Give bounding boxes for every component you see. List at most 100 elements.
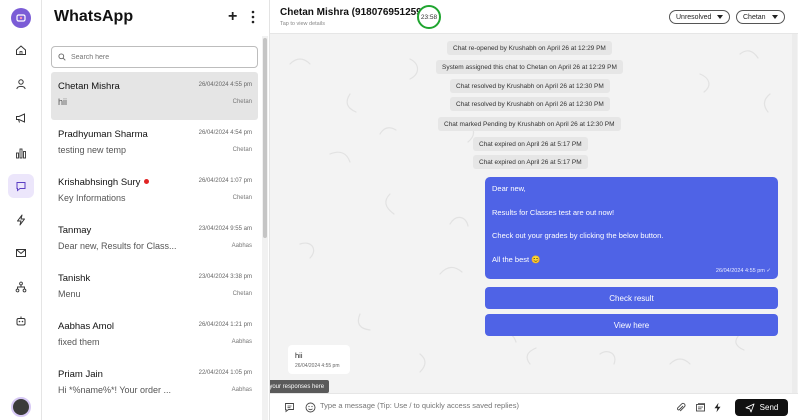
more-options-icon[interactable] [248,9,258,25]
chat-list-item[interactable]: Krishabhsingh Sury 26/04/2024 1:07 pm Ke… [51,168,258,216]
home-icon [8,38,34,62]
conversation-pane: Chetan Mishra (918076951259) Tap to view… [270,0,798,420]
chat-agent: Aabhas [231,243,252,249]
new-chat-plus-icon[interactable]: + [228,8,237,26]
message-line: Check out your grades by clicking the be… [492,231,664,240]
message-line: All the best 😊 [492,255,541,264]
chat-preview: Dear new, Results for Class... [58,241,177,251]
app-logo-icon[interactable] [11,8,31,28]
nav-analytics[interactable] [0,141,42,165]
chat-contact-name: Chetan Mishra [58,81,120,92]
mail-icon [8,241,34,265]
send-button[interactable]: Send [735,399,788,416]
nav-bot[interactable] [0,309,42,333]
chat-contact-name: Priam Jain [58,369,103,380]
nav-home[interactable] [0,38,42,62]
outgoing-template-message: Dear new, Results for Classes test are o… [485,177,778,279]
system-message: Chat expired on April 26 at 5:17 PM [473,137,588,151]
chat-preview: testing new temp [58,145,127,155]
user-icon [8,72,34,96]
chat-preview: Menu [58,289,81,299]
scrollbar-thumb[interactable] [263,38,267,238]
chevron-down-icon [771,15,778,19]
chat-preview: hii [58,97,68,107]
chat-time: 23/04/2024 3:38 pm [198,274,252,280]
unread-dot-icon [144,179,150,184]
agent-dropdown[interactable]: Chetan [736,10,785,24]
message-line: Dear new, [492,184,526,193]
chat-time: 26/04/2024 4:55 pm [198,82,252,88]
nav-flows[interactable] [0,275,42,299]
left-nav-rail [0,0,42,420]
chat-list-item[interactable]: Tanishk 23/04/2024 3:38 pm Menu Chetan [51,264,258,312]
chat-time: 26/04/2024 1:21 pm [198,322,252,328]
saved-replies-icon[interactable] [283,401,295,413]
chat-contact-name: Tanishk [58,273,91,284]
view-here-button[interactable]: View here [485,314,778,336]
incoming-message-text: hii [295,351,303,360]
contact-name[interactable]: Chetan Mishra (918076951259) [280,7,425,18]
quick-action-lightning-icon[interactable] [711,401,723,413]
chat-time: 22/04/2024 1:05 pm [198,370,252,376]
conversation-header: Chetan Mishra (918076951259) Tap to view… [270,0,798,34]
check-result-button[interactable]: Check result [485,287,778,309]
chat-agent: Aabhas [231,387,252,393]
session-timer: 23:58 [417,5,441,29]
message-line: Results for Classes test are out now! [492,208,615,217]
chat-preview: Hi *%name%*! Your order ... [58,385,172,395]
lightning-icon [8,208,34,232]
chat-list-item[interactable]: Priam Jain 22/04/2024 1:05 pm Hi *%name%… [51,360,258,408]
system-message: Chat marked Pending by Krushabh on April… [438,117,621,131]
emoji-icon[interactable] [304,401,316,413]
nav-automation[interactable] [0,208,42,232]
chat-preview: fixed them [58,337,100,347]
status-dropdown-label: Unresolved [676,13,712,21]
system-message: Chat re-opened by Krushabh on April 26 a… [447,41,612,55]
bot-icon [8,309,34,333]
app-root: WhatsApp + Chetan Mishra 26/04/2024 4:55… [0,0,798,420]
app-title: WhatsApp [54,8,134,25]
system-message: Chat resolved by Krushabh on April 26 at… [450,97,610,111]
status-dropdown[interactable]: Unresolved [669,10,731,24]
chat-list-item[interactable]: Aabhas Amol 26/04/2024 1:21 pm fixed the… [51,312,258,360]
chat-agent: Chetan [232,195,252,201]
chat-list-panel: WhatsApp + Chetan Mishra 26/04/2024 4:55… [42,0,270,420]
template-icon[interactable] [694,401,706,413]
nav-broadcast[interactable] [0,106,42,130]
search-box[interactable] [51,46,258,68]
message-composer: Send [270,393,798,420]
contact-subtitle[interactable]: Tap to view details [280,21,325,27]
message-timestamp: 26/04/2024 4:55 pm ✓ [715,268,771,274]
chat-list-item[interactable]: Chetan Mishra 26/04/2024 4:55 pm hii Che… [51,72,258,120]
search-input[interactable] [71,53,251,61]
chat-time: 26/04/2024 1:07 pm [198,178,252,184]
message-input[interactable] [320,401,670,410]
agent-dropdown-label: Chetan [743,13,766,21]
incoming-message-timestamp: 26/04/2024 4:55 pm [295,363,340,369]
chat-agent: Chetan [232,291,252,297]
conversation-scrollbar[interactable] [792,34,797,393]
chat-contact-name-wrap: Krishabhsingh Sury [58,177,150,188]
chat-list-scrollbar[interactable] [262,36,268,420]
saved-replies-tooltip: Save your responses here [270,380,330,393]
chat-agent: Chetan [232,99,252,105]
incoming-message: hii 26/04/2024 4:55 pm [288,345,350,374]
chat-contact-name: Pradhyuman Sharma [58,129,148,140]
send-icon [745,403,755,413]
chat-agent: Aabhas [231,339,252,345]
chat-contact-name: Aabhas Amol [58,321,114,332]
chat-list: Chetan Mishra 26/04/2024 4:55 pm hii Che… [51,72,258,408]
nav-mail[interactable] [0,241,42,265]
system-message: Chat expired on April 26 at 5:17 PM [473,155,588,169]
chat-time: 26/04/2024 4:54 pm [198,130,252,136]
chat-list-item[interactable]: Pradhyuman Sharma 26/04/2024 4:54 pm tes… [51,120,258,168]
send-button-label: Send [759,403,779,412]
nav-chats[interactable] [0,174,42,198]
chat-list-item[interactable]: Tanmay 23/04/2024 9:55 am Dear new, Resu… [51,216,258,264]
attachment-icon[interactable] [674,401,686,413]
nav-contacts[interactable] [0,72,42,96]
flow-icon [8,275,34,299]
chevron-down-icon [717,15,724,19]
user-avatar[interactable] [11,397,31,417]
chat-preview: Key Informations [58,193,126,203]
